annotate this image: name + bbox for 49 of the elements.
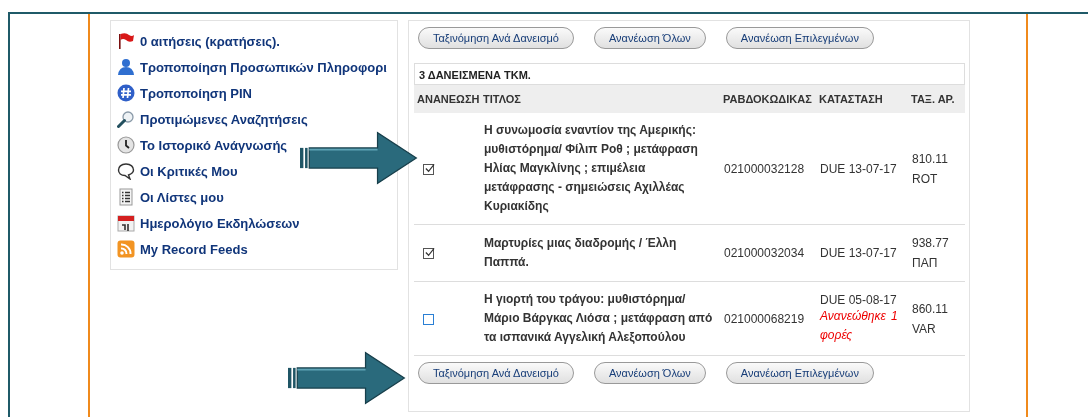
sidebar-link[interactable]: Προτιμώμενες Αναζητήσεις	[117, 109, 308, 129]
action-button[interactable]: Ταξινόμηση Ανά Δανεισμό	[418, 362, 574, 384]
call-number-cell-text: 938.77	[912, 235, 950, 252]
checkbox[interactable]	[423, 313, 434, 325]
call-number-cell-text: 810.11	[912, 150, 949, 168]
call-number-cell-text: VAR	[912, 320, 937, 338]
status-cell-text: DUE 05-08-17	[820, 292, 898, 307]
title-cell-text: Η συνωμοσία εναντίον της Αμερικής: μυθιστόρημα/ Φίλιπ Ροθ ; μετάφραση Ηλίας Μαγκλίνης ; επιμέλεια μετάφρασης - σημειώσεις Αχιλλέας Κυριακίδης	[484, 122, 699, 215]
column-header: ΑΝΑΝΕΩΣΗ	[414, 85, 480, 113]
table-caption: 3 ΔΑΝΕΙΣΜΕΝΑ ΤΚΜ.	[414, 63, 965, 85]
title-cell-text: Μαρτυρίες μιας διαδρομής / Έλλη Παππά.	[484, 235, 678, 271]
sidebar-link[interactable]: Τροποποίηση Προσωπικών Πληροφορι	[117, 57, 387, 77]
clock-icon	[117, 136, 135, 154]
sidebar-link[interactable]: Οι Λίστες μου	[117, 187, 224, 207]
column-header: ΤΑΞ. ΑΡ.	[908, 85, 965, 113]
barcode-cell: 021000068219	[724, 311, 805, 326]
title-cell-text: Η γιορτή του τράγου: μυθιστόρημα/ Μάριο Βάργκας Λιόσα ; μετάφραση από τα ισπανικά Αγγελική Αλεξοπούλου	[484, 291, 714, 346]
action-button[interactable]: Ανανέωση Όλων	[593, 27, 706, 49]
checkbox[interactable]	[423, 163, 434, 175]
column-header: ΚΑΤΑΣΤΑΣΗ	[816, 85, 908, 113]
speech-bubble-icon	[117, 162, 135, 180]
renewed-note: Ανανεώθηκε 1 φορές	[820, 307, 899, 344]
sidebar-link[interactable]: Οι Κριτικές Μου	[117, 161, 238, 181]
call-number-cell-text: ROT	[912, 170, 939, 188]
column-header: ΤΙΤΛΟΣ	[480, 85, 720, 113]
action-button[interactable]: Ανανέωση Όλων	[593, 362, 706, 384]
barcode-cell: 021000032128	[724, 161, 805, 176]
status-cell-text: DUE 13-07-17	[820, 161, 898, 176]
person-icon	[117, 58, 135, 76]
sidebar-link[interactable]: Το Ιστορικό Ανάγνωσής	[117, 135, 288, 155]
flag-icon	[117, 32, 135, 50]
status-cell-text: DUE 13-07-17	[820, 246, 898, 260]
barcode-cell: 021000032034	[724, 246, 805, 260]
call-number-cell-text: 860.11	[912, 300, 949, 318]
sidebar-link[interactable]: My Record Feeds	[117, 239, 248, 259]
sidebar-link[interactable]: Τροποποίηση PIN	[117, 83, 252, 103]
search-icon	[117, 110, 135, 128]
action-button[interactable]: Ταξινόμηση Ανά Δανεισμό	[418, 27, 574, 49]
action-button[interactable]: Ανανέωση Επιλεγμένων	[725, 362, 874, 384]
checkbox[interactable]	[423, 248, 434, 260]
sidebar-link[interactable]: 0 αιτήσεις (κρατήσεις).	[117, 31, 280, 51]
action-button[interactable]: Ανανέωση Επιλεγμένων	[725, 27, 874, 49]
call-number-cell-text: ΠΑΠ	[912, 255, 939, 272]
sidebar-link[interactable]: Ημερολόγιο Εκδηλώσεων	[117, 213, 300, 233]
hash-icon	[117, 84, 135, 102]
rss-icon	[117, 240, 135, 258]
list-icon	[117, 188, 135, 206]
calendar-icon	[117, 214, 135, 232]
column-header: ΡΑΒΔΟΚΩΔΙΚΑΣ	[720, 85, 816, 113]
